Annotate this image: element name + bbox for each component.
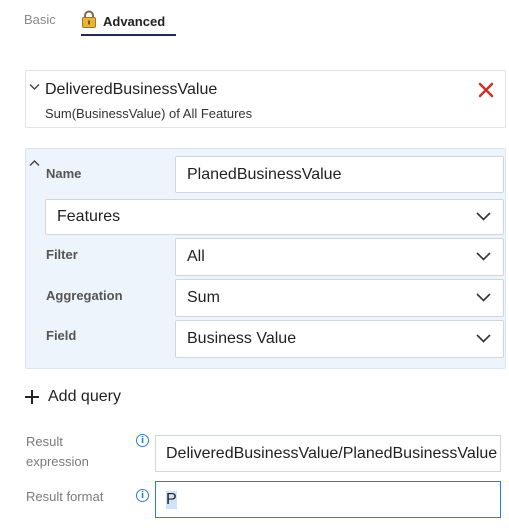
plus-icon bbox=[24, 389, 40, 405]
result-expression-label: Result expression bbox=[26, 434, 89, 469]
chevron-up-icon[interactable] bbox=[29, 154, 40, 170]
result-expression-input[interactable]: DeliveredBusinessValue/PlanedBusinessVal… bbox=[155, 435, 501, 472]
aggregation-dropdown[interactable]: Sum bbox=[175, 279, 504, 317]
result-format-value: P bbox=[166, 490, 177, 509]
chevron-down-icon bbox=[476, 293, 491, 302]
chevron-down-icon bbox=[476, 212, 491, 221]
query-title: DeliveredBusinessValue bbox=[45, 81, 218, 98]
filter-value: All bbox=[187, 248, 205, 265]
query-card-collapsed: DeliveredBusinessValue Sum(BusinessValue… bbox=[25, 70, 506, 128]
add-query-label: Add query bbox=[48, 388, 121, 405]
result-format-input[interactable]: P bbox=[155, 481, 501, 518]
filter-label: Filter bbox=[46, 247, 78, 262]
result-expression-value: DeliveredBusinessValue/PlanedBusinessVal… bbox=[166, 444, 498, 462]
work-item-type-dropdown[interactable]: Features bbox=[45, 199, 504, 235]
add-query-button[interactable]: Add query bbox=[24, 388, 121, 406]
field-dropdown[interactable]: Business Value bbox=[175, 320, 504, 358]
chevron-down-icon bbox=[476, 252, 491, 261]
aggregation-label: Aggregation bbox=[46, 288, 123, 303]
query-card-expanded: Name PlanedBusinessValue Features Filter… bbox=[25, 148, 506, 369]
chevron-down-icon bbox=[476, 334, 491, 343]
query-summary: Sum(BusinessValue) of All Features bbox=[45, 106, 253, 121]
close-icon[interactable] bbox=[477, 81, 495, 99]
field-label: Field bbox=[46, 328, 77, 343]
info-icon[interactable]: i bbox=[136, 434, 149, 447]
aggregation-value: Sum bbox=[187, 289, 220, 306]
lock-icon bbox=[81, 10, 97, 28]
tab-basic[interactable]: Basic bbox=[24, 12, 56, 27]
name-input-value: PlanedBusinessValue bbox=[187, 165, 342, 183]
tab-advanced[interactable]: Advanced bbox=[81, 10, 166, 30]
active-tab-indicator bbox=[81, 34, 176, 36]
filter-dropdown[interactable]: All bbox=[175, 238, 504, 276]
chevron-down-icon[interactable] bbox=[29, 80, 40, 94]
work-item-type-value: Features bbox=[57, 208, 121, 225]
result-format-label: Result format bbox=[26, 489, 104, 504]
info-icon[interactable]: i bbox=[136, 489, 149, 502]
name-label: Name bbox=[46, 166, 82, 181]
field-value: Business Value bbox=[187, 330, 297, 347]
name-input[interactable]: PlanedBusinessValue bbox=[175, 156, 504, 193]
tab-advanced-label: Advanced bbox=[103, 13, 166, 29]
